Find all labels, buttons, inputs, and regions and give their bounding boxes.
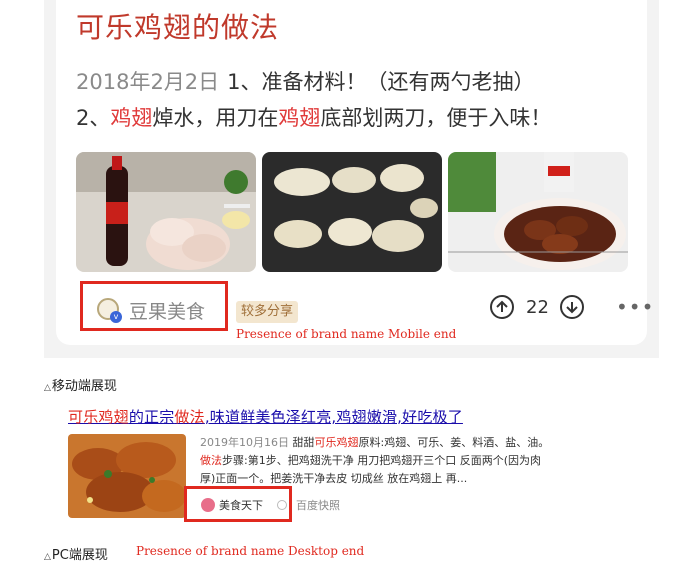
mobile-step2-highlight-1: 鸡翅	[110, 106, 153, 130]
mobile-step2-highlight-2: 鸡翅	[278, 106, 321, 130]
mobile-brand-name[interactable]: 豆果美食	[129, 297, 205, 324]
pc-line1-post: 原料:鸡翅、可乐、姜、料酒、盐、油。	[358, 436, 550, 449]
triangle-icon: △	[44, 552, 51, 562]
mobile-step2-suffix: 底部划两刀，便于入味！	[320, 106, 552, 130]
pc-line2-em: 做法	[200, 454, 222, 467]
pc-snippet: 2019年10月16日 甜甜可乐鸡翅原料:鸡翅、可乐、姜、料酒、盐、油。 做法步…	[200, 434, 580, 488]
down-arrow-icon[interactable]	[560, 295, 584, 319]
source-logo-icon	[201, 498, 215, 512]
pc-line1-em: 可乐鸡翅	[314, 436, 359, 449]
photo-blanched-wings[interactable]	[262, 152, 442, 272]
pc-title-em1: 可乐鸡翅	[68, 408, 129, 426]
pc-title-em2: 做法	[174, 408, 205, 426]
upvote-count: 22	[526, 297, 549, 318]
pc-snippet-line2: 做法步骤:第1步、把鸡翅洗干净 用刀把鸡翅开三个口 反面两个(因为肉	[200, 452, 580, 470]
pc-date: 2019年10月16日	[200, 436, 289, 449]
section-label-pc-text: PC端展现	[51, 548, 108, 563]
pc-title-rest: ,味道鲜美色泽红亮,鸡翅嫩滑,好吃极了	[204, 408, 463, 426]
pc-line1-pre: 甜甜	[289, 436, 315, 449]
pc-brand-highlight-box: 美食天下	[184, 486, 292, 522]
photo-ingredients[interactable]	[76, 152, 256, 272]
brand-logo-icon: v	[97, 298, 122, 323]
share-badge: 较多分享	[236, 301, 299, 323]
pc-source-name[interactable]: 美食天下	[219, 497, 263, 513]
mobile-step1: 1、准备材料！（还有两勺老抽）	[227, 70, 535, 94]
mobile-photo-strip	[76, 152, 628, 272]
photo-cooked-wings[interactable]	[448, 152, 628, 272]
pc-snippet-line1: 2019年10月16日 甜甜可乐鸡翅原料:鸡翅、可乐、姜、料酒、盐、油。	[200, 434, 580, 452]
up-arrow-icon[interactable]	[490, 295, 514, 319]
mobile-brand-caption: Presence of brand name Mobile end	[236, 327, 457, 341]
section-label-pc: △PC端展现	[44, 544, 108, 563]
mobile-screenshot: 可乐鸡翅的做法 2018年2月2日 1、准备材料！（还有两勺老抽） 2、鸡翅焯水，…	[44, 0, 659, 358]
section-label-mobile-text: 移动端展现	[51, 379, 117, 394]
triangle-icon: △	[44, 383, 51, 393]
pc-result-title[interactable]: 可乐鸡翅的正宗做法,味道鲜美色泽红亮,鸡翅嫩滑,好吃极了	[68, 406, 463, 427]
pc-title-mid: 的正宗	[128, 408, 175, 426]
pc-thumbnail[interactable]	[68, 434, 186, 518]
pc-snapshot-link[interactable]: 百度快照	[296, 497, 340, 513]
verified-icon: v	[110, 311, 122, 323]
mobile-result-title[interactable]: 可乐鸡翅的做法	[76, 6, 279, 46]
mobile-result-card: 可乐鸡翅的做法 2018年2月2日 1、准备材料！（还有两勺老抽） 2、鸡翅焯水，…	[56, 0, 653, 345]
mobile-step2-prefix: 2、	[76, 106, 111, 130]
pc-line2-post: 步骤:第1步、把鸡翅洗干净 用刀把鸡翅开三个口 反面两个(因为肉	[222, 454, 541, 467]
more-icon[interactable]: •••	[616, 295, 654, 319]
mobile-snippet-line1: 2018年2月2日 1、准备材料！（还有两勺老抽）	[76, 66, 535, 96]
verified-icon	[277, 500, 287, 510]
mobile-date: 2018年2月2日	[76, 70, 220, 94]
pc-brand-caption: Presence of brand name Desktop end	[136, 544, 365, 558]
section-label-mobile: △移动端展现	[44, 375, 117, 394]
mobile-brand-highlight-box: v 豆果美食	[80, 281, 228, 331]
mobile-step2-middle: 焯水，用刀在	[152, 106, 279, 130]
mobile-snippet-line2: 2、鸡翅焯水，用刀在鸡翅底部划两刀，便于入味！	[76, 102, 551, 132]
